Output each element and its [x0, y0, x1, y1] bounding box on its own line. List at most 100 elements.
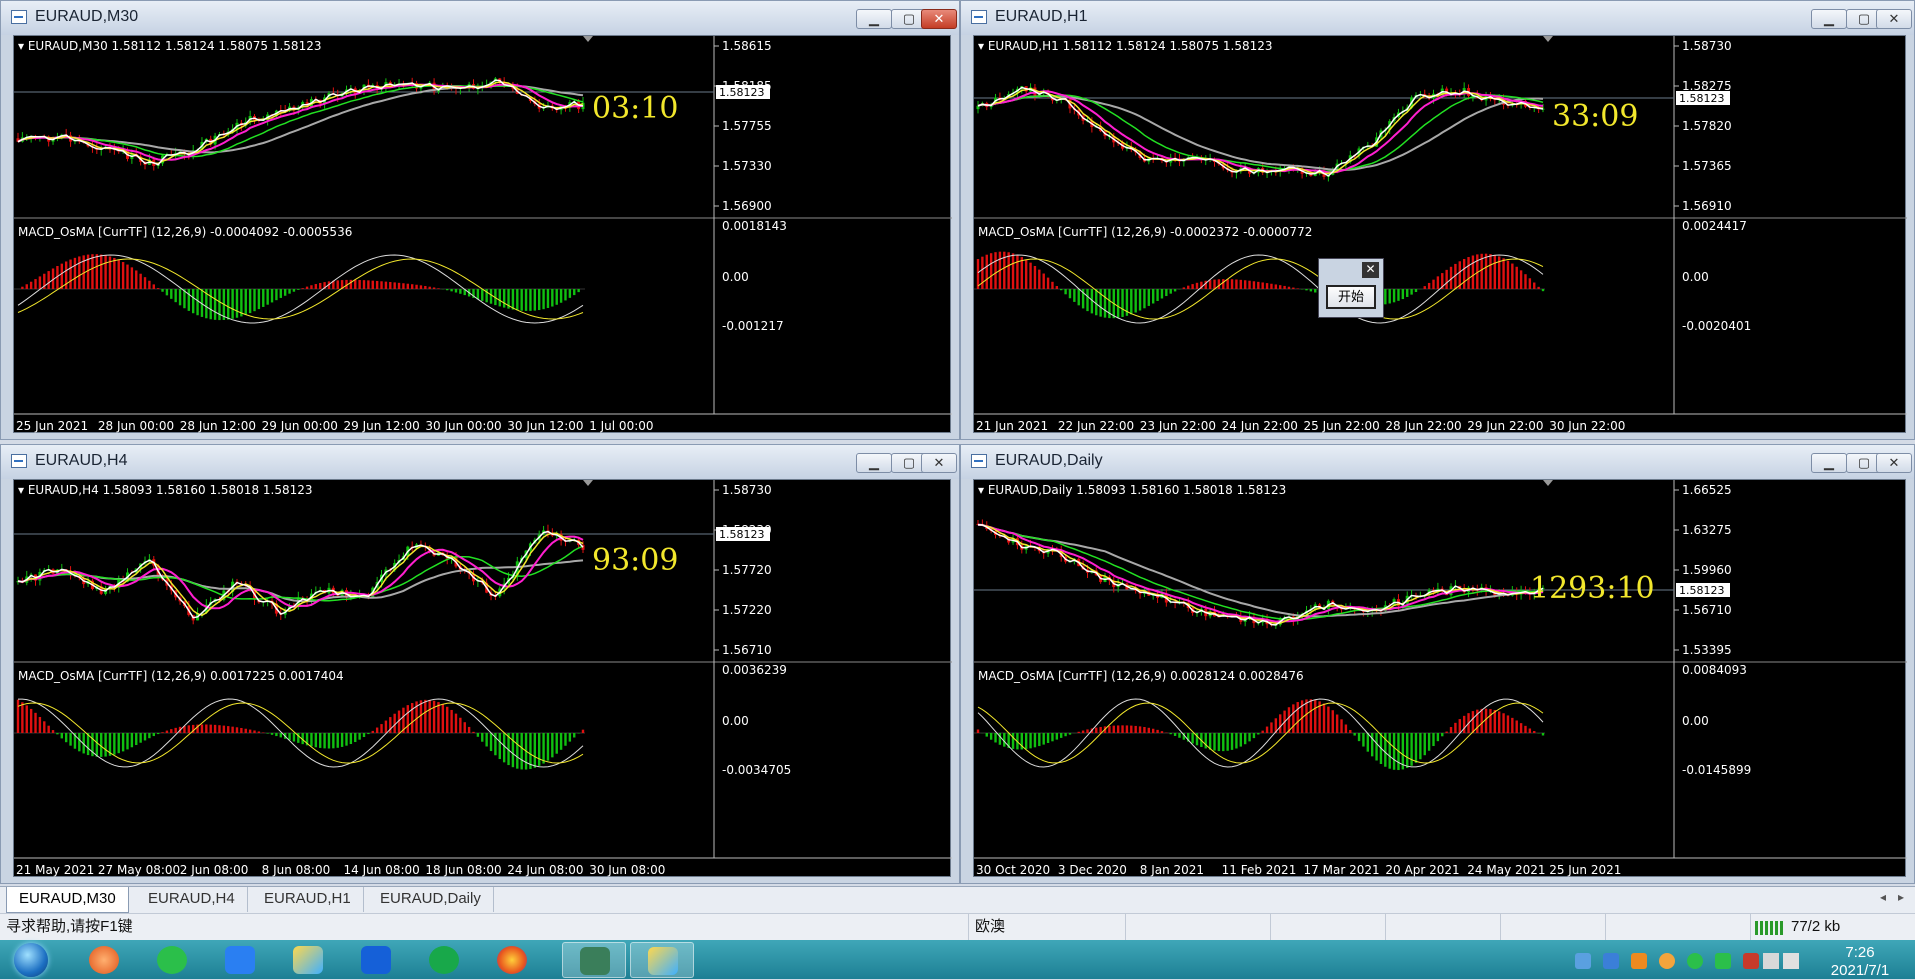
macd-bar: [328, 733, 330, 749]
chart-window-h4[interactable]: EURAUD,H4▁▢✕▾ EURAUD,H4 1.58093 1.58160 …: [0, 444, 960, 884]
chart-shift-marker[interactable]: [1543, 480, 1553, 486]
tab-euraud-daily[interactable]: EURAUD,Daily: [368, 887, 494, 912]
connection-status[interactable]: 77/2 kb: [1750, 914, 1915, 941]
tray-icon[interactable]: [1659, 953, 1675, 969]
date-tick-label: 3 Dec 2020: [1058, 863, 1127, 877]
macd-bar: [367, 280, 369, 289]
volume-icon[interactable]: [1763, 953, 1779, 969]
taskbar-app[interactable]: [412, 942, 476, 978]
macd-tick-label: -0.0145899: [1682, 763, 1751, 777]
price-chart[interactable]: ▾ EURAUD,M30 1.58112 1.58124 1.58075 1.5…: [14, 36, 952, 434]
close-button[interactable]: ✕: [1876, 453, 1912, 473]
macd-bar: [1345, 725, 1347, 733]
macd-bar: [1332, 710, 1334, 733]
macd-bar: [1218, 279, 1220, 289]
tray-icon[interactable]: [1743, 953, 1759, 969]
chart-area[interactable]: ▾ EURAUD,M30 1.58112 1.58124 1.58075 1.5…: [13, 35, 951, 433]
taskbar-clock[interactable]: 7:26 2021/7/1: [1810, 944, 1910, 980]
macd-bar: [288, 733, 290, 740]
minimize-button[interactable]: ▁: [1811, 9, 1847, 29]
window-titlebar[interactable]: EURAUD,Daily▁▢✕: [961, 445, 1914, 479]
chart-shift-marker[interactable]: [583, 480, 593, 486]
macd-bar: [56, 733, 58, 734]
price-chart[interactable]: ▾ EURAUD,Daily 1.58093 1.58160 1.58018 1…: [974, 480, 1907, 878]
macd-bar: [1078, 732, 1080, 733]
chart-area[interactable]: ▾ EURAUD,H1 1.58112 1.58124 1.58075 1.58…: [973, 35, 1906, 433]
macd-bar: [266, 289, 268, 305]
chart-shift-marker[interactable]: [583, 36, 593, 42]
macd-bar: [446, 707, 448, 733]
macd-bar: [306, 287, 308, 289]
start-button[interactable]: 开始: [1326, 285, 1376, 309]
macd-bar: [1056, 286, 1058, 289]
macd-bar: [1389, 733, 1391, 769]
tray-icon[interactable]: [1715, 953, 1731, 969]
close-button[interactable]: ✕: [921, 453, 957, 473]
macd-bar: [144, 277, 146, 289]
taskbar-app[interactable]: [208, 942, 272, 978]
tab-euraud-m30[interactable]: EURAUD,M30: [6, 887, 129, 913]
macd-bar: [1502, 258, 1504, 289]
status-cell: [1385, 914, 1502, 941]
macd-bar: [100, 255, 102, 289]
minimize-button[interactable]: ▁: [1811, 453, 1847, 473]
wechat-tray-icon[interactable]: [1687, 953, 1703, 969]
macd-bar: [464, 722, 466, 733]
tray-icon[interactable]: [1575, 953, 1591, 969]
macd-bar: [1064, 733, 1066, 736]
taskbar-app[interactable]: [140, 942, 204, 978]
price-tick-label: 1.56910: [1682, 199, 1732, 213]
close-button[interactable]: ✕: [1876, 9, 1912, 29]
macd-bar: [1086, 729, 1088, 733]
minimize-button[interactable]: ▁: [856, 453, 892, 473]
chart-window-m30[interactable]: EURAUD,M30▁▢✕▾ EURAUD,M30 1.58112 1.5812…: [0, 0, 960, 440]
macd-bar: [547, 289, 549, 308]
date-tick-label: 24 May 2021: [1467, 863, 1545, 877]
macd-bar: [1406, 733, 1408, 768]
chart-area[interactable]: ▾ EURAUD,Daily 1.58093 1.58160 1.58018 1…: [973, 479, 1906, 877]
macd-bar: [319, 283, 321, 289]
macd-bar: [218, 289, 220, 320]
close-button[interactable]: ✕: [921, 9, 957, 29]
macd-bar: [1415, 289, 1417, 292]
dialog-close-icon[interactable]: ✕: [1362, 262, 1379, 278]
tab-euraud-h1[interactable]: EURAUD,H1: [252, 887, 364, 912]
tab-scroll-left-icon[interactable]: ◂: [1880, 890, 1886, 904]
macd-bar: [30, 709, 32, 733]
macd-bar: [459, 289, 461, 294]
taskbar-app[interactable]: [480, 942, 544, 978]
macd-bar: [52, 730, 54, 733]
taskbar-app[interactable]: [276, 942, 340, 978]
taskbar-app[interactable]: [562, 942, 626, 978]
taskbar-app[interactable]: [630, 942, 694, 978]
taskbar-app[interactable]: [344, 942, 408, 978]
macd-bar: [1542, 289, 1544, 291]
macd-bar: [1069, 289, 1071, 298]
macd-bar: [1060, 733, 1062, 738]
chart-area[interactable]: ▾ EURAUD,H4 1.58093 1.58160 1.58018 1.58…: [13, 479, 951, 877]
taskbar-app[interactable]: [72, 942, 136, 978]
chart-window-d1[interactable]: EURAUD,Daily▁▢✕▾ EURAUD,Daily 1.58093 1.…: [960, 444, 1915, 884]
macd-bar: [538, 289, 540, 310]
macd-bar: [249, 289, 251, 313]
chart-shift-marker[interactable]: [1543, 36, 1553, 42]
chart-window-h1[interactable]: EURAUD,H1▁▢✕▾ EURAUD,H1 1.58112 1.58124 …: [960, 0, 1915, 440]
macd-bar: [1511, 718, 1513, 733]
tab-scroll-right-icon[interactable]: ▸: [1898, 890, 1904, 904]
tab-euraud-h4[interactable]: EURAUD,H4: [136, 887, 248, 912]
price-chart[interactable]: ▾ EURAUD,H4 1.58093 1.58160 1.58018 1.58…: [14, 480, 952, 878]
window-titlebar[interactable]: EURAUD,H1▁▢✕: [961, 1, 1914, 35]
window-titlebar[interactable]: EURAUD,H4▁▢✕: [1, 445, 959, 479]
network-icon[interactable]: [1783, 953, 1799, 969]
date-tick-label: 8 Jan 2021: [1140, 863, 1204, 877]
minimize-button[interactable]: ▁: [856, 9, 892, 29]
tray-icon[interactable]: [1631, 953, 1647, 969]
price-chart[interactable]: ▾ EURAUD,H1 1.58112 1.58124 1.58075 1.58…: [974, 36, 1907, 434]
status-cell: [1270, 914, 1387, 941]
start-button[interactable]: [8, 941, 56, 978]
macd-bar: [1047, 733, 1049, 743]
macd-bar: [499, 289, 501, 306]
shield-icon[interactable]: [1603, 953, 1619, 969]
macd-bar: [301, 288, 303, 289]
window-titlebar[interactable]: EURAUD,M30▁▢✕: [1, 1, 959, 35]
